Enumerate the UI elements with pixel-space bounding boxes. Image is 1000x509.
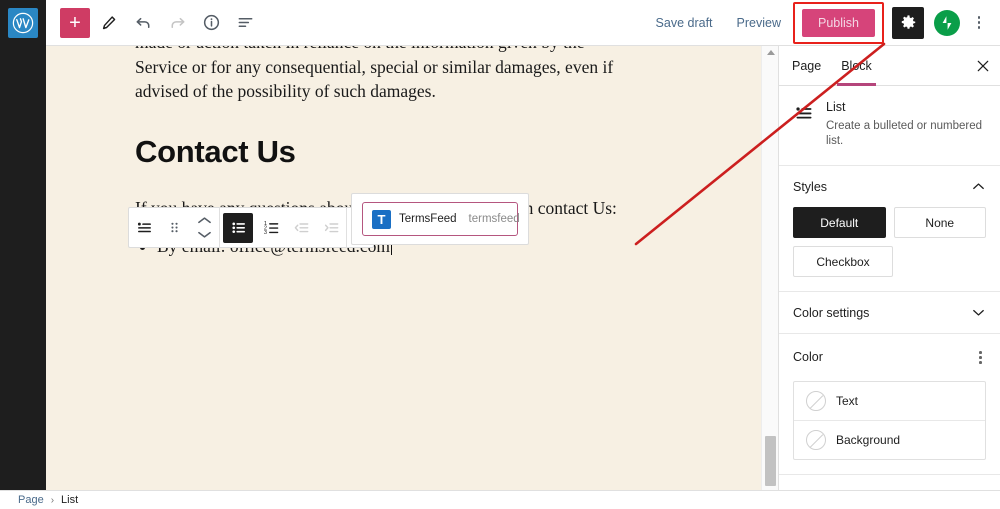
no-color-swatch-icon: [806, 429, 826, 450]
gear-icon: [901, 15, 915, 29]
block-info-text: List Create a bulleted or numbered list.: [826, 100, 986, 149]
wordpress-logo-icon: [8, 7, 38, 38]
more-options-button[interactable]: [966, 8, 992, 38]
no-color-swatch-icon: [806, 390, 826, 411]
top-bar-left-tools: +: [46, 7, 260, 38]
undo-button[interactable]: [128, 8, 158, 38]
block-title: List: [826, 100, 846, 114]
tab-page[interactable]: Page: [779, 46, 831, 86]
redo-button[interactable]: [162, 8, 192, 38]
typography-panel-header: Typography: [779, 473, 1000, 490]
kebab-menu-icon: [977, 16, 981, 19]
scrollbar-thumb[interactable]: [765, 436, 776, 486]
svg-text:3: 3: [263, 230, 266, 236]
color-panel-menu-button[interactable]: [975, 347, 986, 368]
color-options-box: Text Background: [793, 380, 986, 460]
ordered-list-button[interactable]: 1 2 3: [256, 208, 286, 247]
termsfeed-favicon-icon: T: [372, 209, 391, 229]
breadcrumb-item-page[interactable]: Page: [18, 494, 44, 506]
chevron-up-icon: [197, 217, 211, 224]
editor-scrollbar[interactable]: [761, 46, 778, 498]
wordpress-logo-button[interactable]: [0, 0, 46, 46]
block-description: Create a bulleted or numbered list.: [826, 120, 982, 147]
redo-arrow-icon: [171, 17, 184, 29]
editor-canvas[interactable]: made or action taken in reliance on the …: [46, 46, 761, 490]
jetpack-button[interactable]: [934, 9, 960, 36]
editor-top-bar: + Save draft Preview Publish: [0, 0, 1000, 46]
color-settings-panel-header[interactable]: Color settings: [779, 291, 1000, 333]
undo-arrow-icon: [136, 17, 149, 29]
drag-handle-button[interactable]: [159, 208, 189, 247]
color-settings-title: Color settings: [793, 305, 870, 320]
publish-button[interactable]: Publish: [802, 8, 875, 37]
block-toolbar: 1 2 3: [128, 207, 374, 248]
breadcrumb: Page › List: [0, 490, 1000, 509]
color-panel-title: Color: [793, 350, 823, 365]
preview-button[interactable]: Preview: [725, 10, 793, 36]
pencil-icon: [102, 15, 116, 29]
selected-block-info: List Create a bulleted or numbered list.: [779, 86, 1000, 166]
left-navigation-rail: [0, 46, 46, 509]
color-panel-header: Color: [779, 333, 1000, 381]
color-text-label: Text: [836, 393, 859, 408]
color-row-background[interactable]: Background: [794, 419, 985, 459]
unordered-list-button[interactable]: [223, 212, 253, 243]
indent-icon: [324, 223, 338, 233]
paragraph-block-1[interactable]: made or action taken in reliance on the …: [135, 46, 635, 104]
block-type-list-button[interactable]: [129, 208, 159, 247]
bulleted-list-icon: [231, 222, 245, 234]
autofill-username: termsfeed: [468, 213, 520, 225]
top-bar-right-actions: Save draft Preview Publish: [644, 1, 1000, 44]
styles-panel-title: Styles: [793, 179, 828, 194]
wordpress-block-editor: + Save draft Preview Publish Service or …: [0, 0, 1000, 509]
jetpack-icon: [942, 15, 952, 30]
autofill-site-name: TermsFeed: [399, 213, 457, 225]
heading-block-contact-us[interactable]: Contact Us: [135, 134, 635, 170]
add-block-button[interactable]: +: [60, 7, 90, 38]
chevron-up-icon: [973, 183, 984, 190]
details-button[interactable]: [196, 8, 226, 38]
info-circle-icon: [203, 14, 219, 31]
edit-tool-button[interactable]: [94, 8, 124, 38]
plus-icon: +: [69, 11, 81, 34]
save-draft-button[interactable]: Save draft: [644, 10, 725, 36]
styles-options: Default None Checkbox: [779, 207, 1000, 291]
chevron-down-icon: [973, 309, 984, 316]
color-row-text[interactable]: Text: [794, 382, 985, 420]
outdent-icon: [294, 223, 308, 233]
list-block-icon: [137, 222, 151, 233]
chevron-down-icon: [197, 231, 211, 238]
move-up-down-button[interactable]: [189, 216, 219, 239]
scroll-up-arrow-icon[interactable]: [767, 50, 775, 55]
publish-button-wrapper: Publish: [793, 1, 884, 44]
outdent-button[interactable]: [286, 208, 316, 247]
list-view-icon: [238, 17, 252, 28]
color-background-label: Background: [836, 432, 901, 447]
autofill-suggestion-item[interactable]: T TermsFeed termsfeed: [362, 202, 520, 236]
password-autofill-popup: T TermsFeed termsfeed: [351, 193, 529, 245]
block-toolbar-group-format: 1 2 3: [220, 208, 346, 247]
block-toolbar-group-block: [129, 208, 219, 247]
close-x-icon: [977, 60, 989, 71]
settings-button[interactable]: [892, 6, 924, 39]
breadcrumb-separator: ›: [50, 494, 55, 506]
numbered-list-icon: 1 2 3: [263, 221, 278, 236]
kebab-menu-icon: [979, 351, 982, 354]
styles-panel-header[interactable]: Styles: [779, 166, 1000, 207]
drag-dots-icon: [170, 222, 178, 233]
list-block-icon: [796, 107, 812, 119]
style-option-none[interactable]: None: [893, 207, 986, 238]
indent-button[interactable]: [316, 208, 346, 247]
style-option-default[interactable]: Default: [793, 207, 886, 238]
breadcrumb-item-list[interactable]: List: [61, 494, 78, 506]
close-sidebar-button[interactable]: [966, 46, 1000, 86]
sidebar-tabs: Page Block: [779, 46, 1000, 86]
list-view-button[interactable]: [230, 8, 260, 38]
tab-block[interactable]: Block: [831, 46, 882, 86]
settings-sidebar: Page Block List Create a bulleted or num…: [778, 46, 1000, 490]
style-option-checkbox[interactable]: Checkbox: [793, 246, 893, 277]
